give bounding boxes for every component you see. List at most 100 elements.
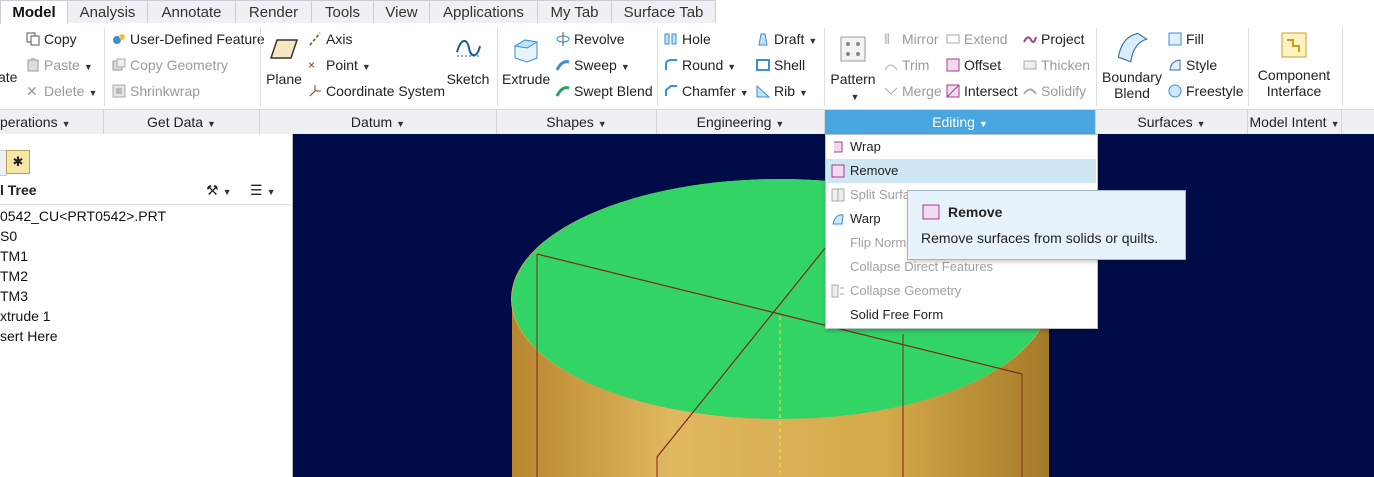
sweep-button[interactable]: Sweep ▼ <box>556 54 630 76</box>
shell-icon <box>756 59 770 72</box>
chamfer-button[interactable]: Chamfer ▼ <box>664 80 749 102</box>
ribbon-group-bar: perations ▼ Get Data ▼ Datum ▼ Shapes ▼ Engi… <box>0 109 1374 135</box>
shrinkwrap-button[interactable]: Shrinkwrap <box>112 80 200 102</box>
folder-browser-icon[interactable]: ✱ <box>6 150 30 174</box>
divider <box>104 28 105 106</box>
extrude-icon <box>513 39 539 63</box>
draft-icon <box>758 33 768 46</box>
solidify-button[interactable]: Solidify <box>1023 80 1086 102</box>
chamfer-icon <box>665 85 677 97</box>
tab-model[interactable]: Model <box>0 0 68 25</box>
axis-icon <box>309 32 321 46</box>
tree-item[interactable]: TM2 <box>0 266 28 286</box>
pattern-dropdown-arrow[interactable]: ▼ <box>832 89 878 105</box>
trim-icon <box>884 64 898 71</box>
intersect-button[interactable]: Intersect <box>946 80 1018 102</box>
shrinkwrap-label: Shrinkwrap <box>130 83 201 99</box>
chamfer-label: Chamfer <box>682 83 736 99</box>
tab-my-tab[interactable]: My Tab <box>538 0 612 23</box>
menu-item-collapse-geometry[interactable]: Collapse Geometry <box>826 279 1096 303</box>
revolve-label: Revolve <box>574 31 625 47</box>
tree-item[interactable]: xtrude 1 <box>0 306 51 326</box>
group-surfaces[interactable]: Surfaces ▼ <box>1096 110 1248 134</box>
sketch-label: Sketch <box>446 71 490 87</box>
regenerate-button-partial[interactable]: ate <box>0 66 17 88</box>
menu-item-wrap[interactable]: Wrap <box>826 135 1096 159</box>
swept-blend-button[interactable]: Swept Blend <box>556 80 653 102</box>
sketch-button[interactable]: Sketch <box>446 34 490 87</box>
user-defined-feature-button[interactable]: User-Defined Feature <box>112 28 265 50</box>
swept-blend-label: Swept Blend <box>574 83 653 99</box>
round-button[interactable]: Round ▼ <box>664 54 736 76</box>
copy-button[interactable]: Copy <box>26 28 77 50</box>
divider <box>1096 28 1097 106</box>
boundary-blend-label-2: Blend <box>1114 85 1150 101</box>
copy-geometry-button[interactable]: Copy Geometry <box>112 54 228 76</box>
menu-item-solid-free-form[interactable]: Solid Free Form <box>826 303 1096 327</box>
tree-settings-icon[interactable]: ⚒ ▼ <box>206 182 231 199</box>
extend-button[interactable]: Extend <box>946 28 1008 50</box>
tab-view[interactable]: View <box>374 0 430 23</box>
thicken-button[interactable]: Thicken <box>1023 54 1090 76</box>
sweep-label: Sweep <box>574 57 617 73</box>
tab-applications[interactable]: Applications <box>430 0 538 23</box>
round-icon <box>665 59 677 71</box>
plane-button[interactable]: Plane <box>265 34 303 87</box>
paste-button[interactable]: Paste ▼ <box>26 54 93 76</box>
revolve-button[interactable]: Revolve <box>556 28 625 50</box>
tree-item-root[interactable]: 0542_CU<PRT0542>.PRT <box>0 206 166 226</box>
draft-label: Draft <box>774 31 805 47</box>
point-label: Point <box>326 57 358 73</box>
group-model-intent[interactable]: Model Intent ▼ <box>1248 110 1342 134</box>
remove-icon <box>831 164 845 178</box>
hole-button[interactable]: Hole <box>664 28 711 50</box>
tab-render[interactable]: Render <box>236 0 312 23</box>
tab-annotate[interactable]: Annotate <box>148 0 236 23</box>
group-get-data[interactable]: Get Data ▼ <box>104 110 260 134</box>
tree-item[interactable]: TM3 <box>0 286 28 306</box>
component-interface-label-1: Component <box>1257 67 1331 83</box>
tree-item[interactable]: S0 <box>0 226 17 246</box>
tree-item-insert-here[interactable]: sert Here <box>0 326 58 346</box>
trim-button[interactable]: Trim <box>884 54 929 76</box>
intersect-icon <box>946 84 960 98</box>
mirror-button[interactable]: ⫴ Mirror <box>884 28 939 50</box>
mirror-icon: ⫴ <box>884 31 890 48</box>
pattern-label: Pattern <box>830 71 876 87</box>
draft-button[interactable]: Draft ▼ <box>756 28 817 50</box>
boundary-blend-icon <box>1117 32 1149 63</box>
menu-item-remove[interactable]: Remove <box>826 159 1096 183</box>
tree-show-icon[interactable]: ☰ ▼ <box>250 182 275 199</box>
boundary-blend-button[interactable]: Boundary Blend <box>1101 30 1163 101</box>
shell-button[interactable]: Shell <box>756 54 805 76</box>
fill-label: Fill <box>1186 31 1204 47</box>
group-editing[interactable]: Editing ▼ <box>825 110 1096 134</box>
fill-button[interactable]: Fill <box>1168 28 1204 50</box>
tree-item[interactable]: TM1 <box>0 246 28 266</box>
group-operations[interactable]: perations ▼ <box>0 110 104 134</box>
offset-button[interactable]: Offset <box>946 54 1001 76</box>
rib-button[interactable]: Rib ▼ <box>756 80 808 102</box>
freestyle-button[interactable]: Freestyle <box>1168 80 1244 102</box>
merge-button[interactable]: Merge <box>884 80 942 102</box>
tab-surface-tab[interactable]: Surface Tab <box>612 0 716 23</box>
group-shapes[interactable]: Shapes ▼ <box>497 110 657 134</box>
project-button[interactable]: Project <box>1023 28 1085 50</box>
round-label: Round <box>682 57 724 73</box>
point-button[interactable]: × Point ▼ <box>308 54 371 76</box>
pattern-button[interactable]: Pattern ▼ <box>828 34 878 105</box>
tab-tools[interactable]: Tools <box>312 0 374 23</box>
group-datum[interactable]: Datum ▼ <box>260 110 497 134</box>
component-interface-button[interactable]: Component Interface <box>1256 30 1332 99</box>
flip-normal-icon <box>831 236 845 250</box>
coordinate-system-label: Coordinate System <box>326 83 446 99</box>
axis-label: Axis <box>326 31 353 47</box>
coordinate-system-button[interactable]: Coordinate System <box>308 80 445 102</box>
axis-button[interactable]: Axis <box>308 28 352 50</box>
delete-button[interactable]: ✕ Delete ▼ <box>26 80 97 102</box>
group-engineering[interactable]: Engineering ▼ <box>657 110 825 134</box>
style-button[interactable]: Style <box>1168 54 1217 76</box>
extrude-button[interactable]: Extrude <box>502 34 550 87</box>
tab-analysis[interactable]: Analysis <box>68 0 148 23</box>
divider <box>497 28 498 106</box>
